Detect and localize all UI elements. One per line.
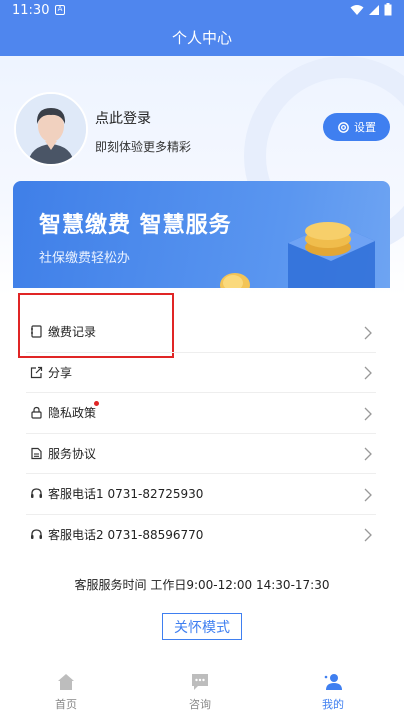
battery-icon — [384, 3, 392, 16]
tab-home[interactable]: 首页 — [26, 672, 106, 712]
status-icons — [350, 3, 392, 16]
menu-item-payment-records[interactable]: 缴费记录 — [26, 312, 376, 353]
chat-icon — [160, 672, 240, 694]
menu-item-label: 客服电话1 0731-82725930 — [48, 487, 204, 502]
tab-mine[interactable]: 我的 — [293, 672, 373, 712]
menu-item-privacy-policy[interactable]: 隐私政策 — [26, 393, 376, 434]
lock-icon — [28, 405, 44, 421]
coins-illustration — [220, 222, 375, 288]
top-header: 11:30 A 个人中心 — [0, 0, 404, 56]
service-hours: 客服服务时间 工作日9:00-12:00 14:30-17:30 — [74, 578, 330, 592]
chevron-right-icon — [364, 487, 372, 506]
headset-icon — [28, 526, 44, 542]
tab-label: 我的 — [322, 698, 344, 711]
tab-label: 首页 — [55, 698, 77, 711]
menu-item-service-agreement[interactable]: 服务协议 — [26, 434, 376, 474]
settings-label: 设置 — [354, 121, 376, 134]
user-icon — [293, 672, 373, 694]
menu-item-share[interactable]: 分享 — [26, 353, 376, 393]
chevron-right-icon — [364, 446, 372, 465]
login-subtitle: 即刻体验更多精彩 — [95, 140, 192, 154]
menu-item-label: 缴费记录 — [48, 325, 97, 340]
app-notification-icon: A — [55, 5, 65, 15]
settings-button[interactable]: 设置 — [323, 113, 390, 141]
chevron-right-icon — [364, 325, 372, 344]
gear-icon — [338, 121, 349, 133]
home-icon — [26, 672, 106, 694]
page-title: 个人中心 — [171, 29, 232, 47]
menu-item-label: 隐私政策 — [48, 406, 97, 421]
menu-item-hotline-1[interactable]: 客服电话1 0731-82725930 — [26, 474, 376, 515]
chevron-right-icon — [364, 406, 372, 425]
menu-item-hotline-2[interactable]: 客服电话2 0731-88596770 — [26, 515, 376, 555]
avatar[interactable] — [14, 92, 88, 166]
status-time: 11:30 — [12, 3, 50, 18]
chevron-right-icon — [364, 527, 372, 546]
bottom-tab-bar: 首页 咨询 我的 — [0, 664, 404, 718]
tab-consult[interactable]: 咨询 — [160, 672, 240, 712]
default-avatar-icon — [16, 94, 86, 164]
chevron-right-icon — [364, 365, 372, 384]
menu-item-label: 客服电话2 0731-88596770 — [48, 527, 204, 542]
document-icon — [28, 445, 44, 461]
status-bar: 11:30 A — [0, 0, 404, 22]
headset-icon — [28, 486, 44, 502]
share-icon — [28, 364, 44, 380]
wifi-icon — [350, 4, 364, 15]
promo-banner[interactable]: 智慧缴费 智慧服务 社保缴费轻松办 — [13, 181, 390, 288]
notification-dot — [94, 401, 99, 406]
care-mode-button[interactable]: 关怀模式 — [162, 613, 242, 640]
menu-list: 缴费记录 分享 隐私政策 服务协议 客服电话1 0731-82725930 客服… — [26, 312, 376, 554]
signal-icon — [369, 4, 379, 15]
receipt-icon — [28, 324, 44, 340]
menu-item-label: 服务协议 — [48, 446, 97, 461]
login-title[interactable]: 点此登录 — [95, 108, 151, 128]
tab-label: 咨询 — [189, 698, 211, 711]
menu-item-label: 分享 — [48, 365, 73, 380]
